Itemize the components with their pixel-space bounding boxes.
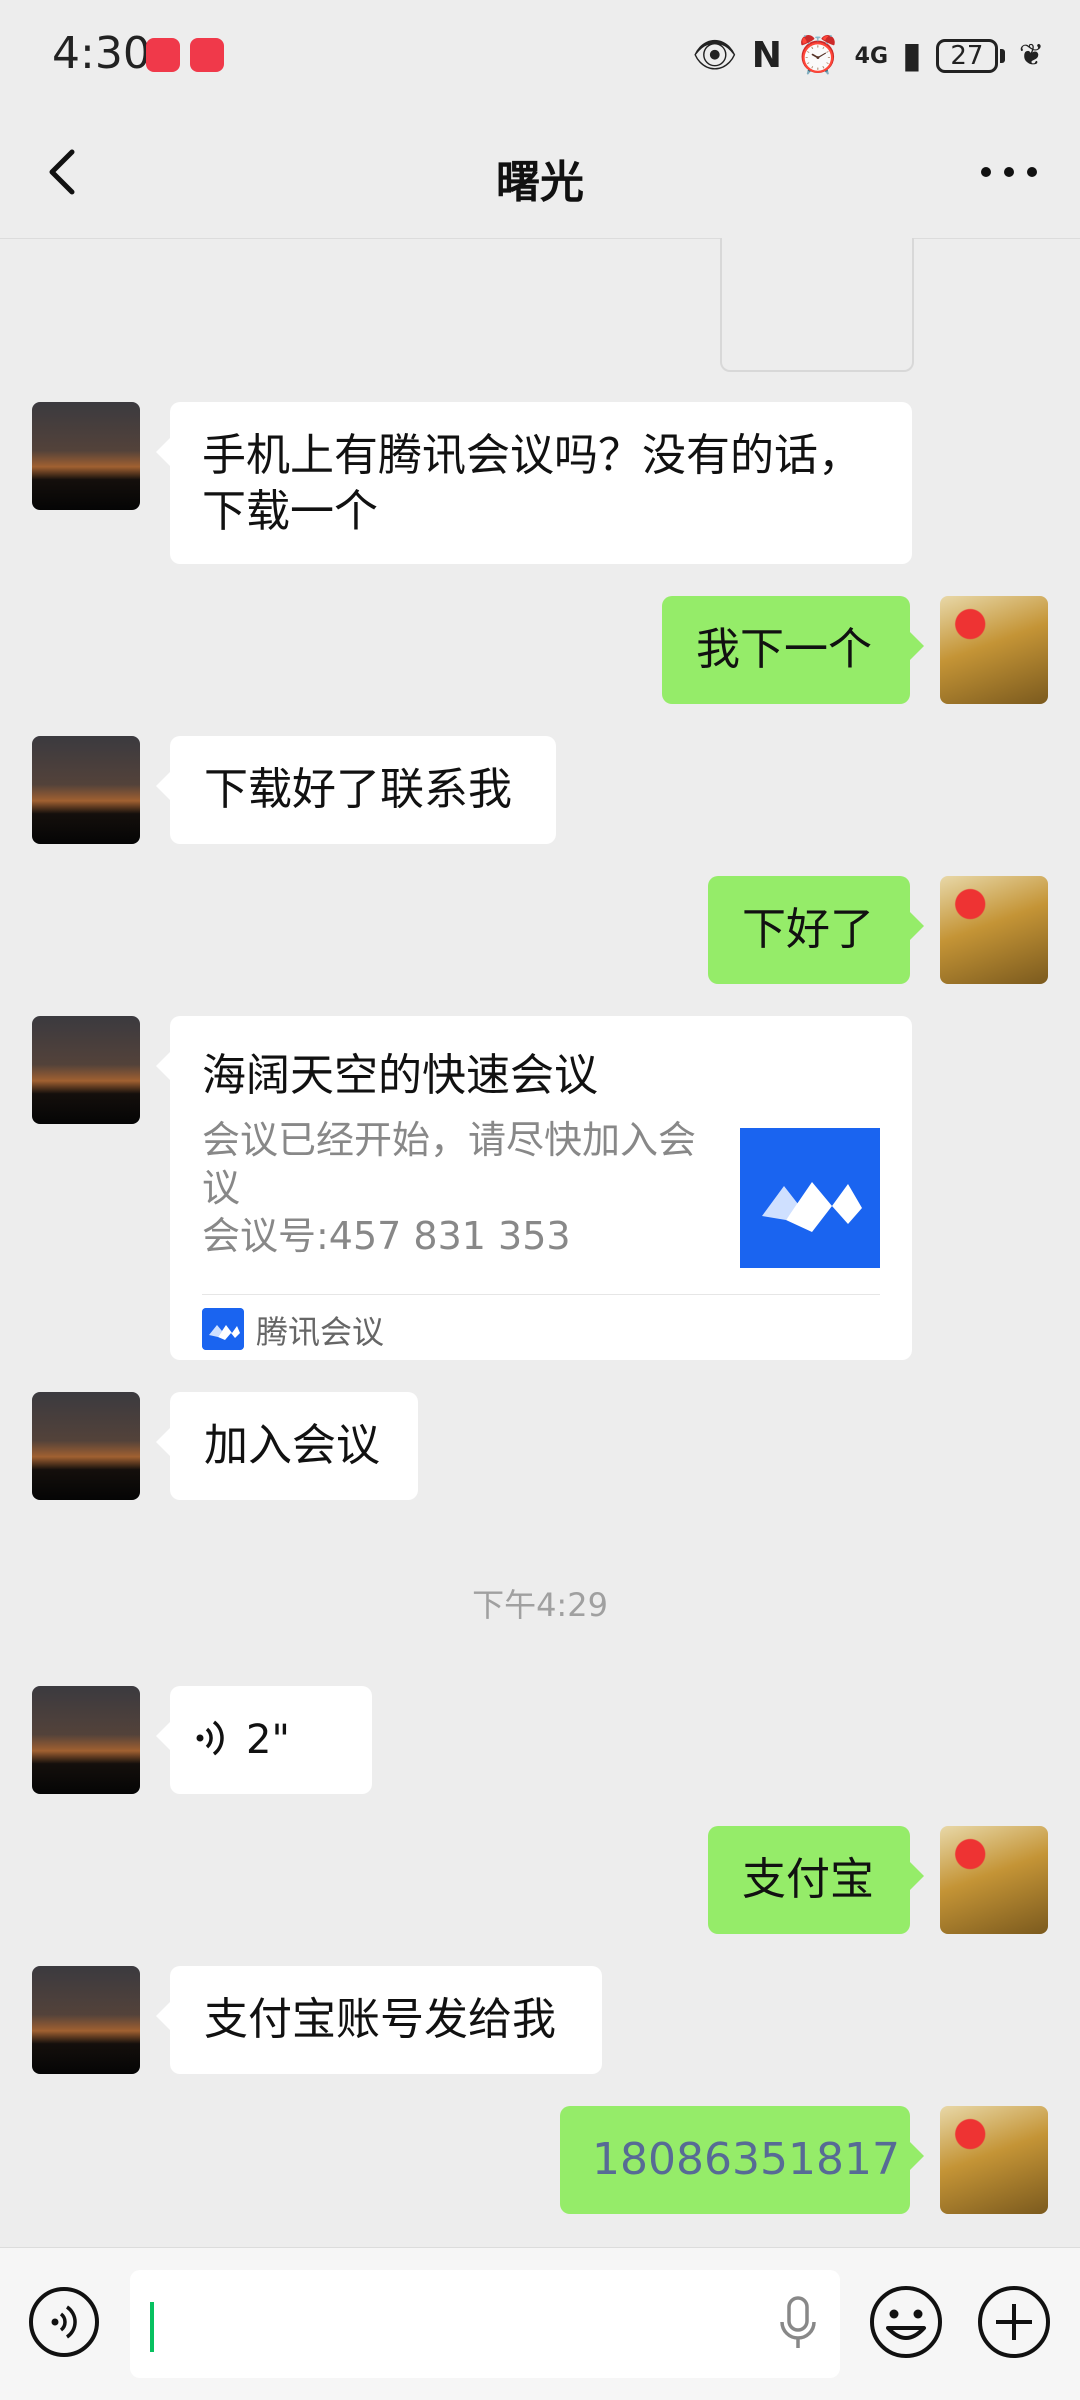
card-divider <box>202 1294 880 1295</box>
microphone-icon[interactable] <box>778 2296 818 2352</box>
status-icons: 👁 N ⏰ 4G ▮ 27 ❦ <box>692 30 1044 82</box>
text-cursor <box>150 2302 154 2352</box>
book-app-icon <box>190 38 224 72</box>
previous-message-fragment <box>720 238 914 372</box>
signal-icon: ▮ <box>902 35 922 76</box>
voice-wave-icon <box>196 1720 224 1756</box>
leaf-icon: ❦ <box>1018 38 1044 73</box>
battery-icon: 27 <box>935 39 998 73</box>
contact-avatar[interactable] <box>32 402 140 510</box>
voice-duration: 2" <box>246 1717 290 1763</box>
battery-level: 27 <box>950 41 984 71</box>
card-description: 会议已经开始，请尽快加入会议 会议号:457 831 353 <box>202 1116 722 1260</box>
battery-cap <box>999 49 1005 63</box>
my-avatar[interactable] <box>940 2106 1048 2214</box>
message-bubble-received[interactable]: 支付宝账号发给我 <box>156 1966 602 2074</box>
meeting-invite-card[interactable]: 海阔天空的快速会议 会议已经开始，请尽快加入会议 会议号:457 831 353… <box>156 1016 912 1360</box>
card-title: 海阔天空的快速会议 <box>202 1050 598 1101</box>
message-bubble-sent-phone-link[interactable]: 18086351817 <box>560 2106 924 2214</box>
tencent-meeting-small-icon <box>202 1308 244 1350</box>
alarm-icon: ⏰ <box>795 35 841 76</box>
status-bar: 4:30 👁 N ⏰ 4G ▮ 27 ❦ <box>0 0 1080 112</box>
voice-input-toggle-icon[interactable] <box>28 2286 100 2358</box>
chat-title: 曙光 <box>496 157 584 208</box>
contact-avatar[interactable] <box>32 1016 140 1124</box>
eye-icon: 👁 <box>692 35 738 76</box>
contact-avatar[interactable] <box>32 736 140 844</box>
tencent-meeting-logo-icon <box>740 1128 880 1268</box>
message-bubble-received[interactable]: 加入会议 <box>156 1392 418 1500</box>
message-bubble-sent[interactable]: 我下一个 <box>662 596 924 704</box>
message-input[interactable] <box>130 2270 840 2378</box>
network-type: 4G <box>854 43 889 69</box>
voice-message-bubble[interactable]: 2" <box>156 1686 372 1794</box>
contact-avatar[interactable] <box>32 1392 140 1500</box>
message-bubble-received[interactable]: 下载好了联系我 <box>156 736 556 844</box>
message-bubble-received[interactable]: 手机上有腾讯会议吗？没有的话，下载一个 <box>156 402 912 564</box>
more-functions-plus-icon[interactable] <box>976 2284 1052 2360</box>
message-timestamp: 下午4:29 <box>472 1586 608 1624</box>
contact-avatar[interactable] <box>32 1686 140 1794</box>
emoji-icon[interactable] <box>868 2284 944 2360</box>
my-avatar[interactable] <box>940 876 1048 984</box>
status-time: 4:30 <box>52 28 151 79</box>
message-bubble-sent[interactable]: 支付宝 <box>708 1826 924 1934</box>
more-options-icon[interactable] <box>974 142 1044 202</box>
chat-header: 曙光 <box>0 112 1080 239</box>
my-avatar[interactable] <box>940 596 1048 704</box>
my-avatar[interactable] <box>940 1826 1048 1934</box>
nfc-icon: N <box>751 35 782 76</box>
huawei-app-icon <box>146 38 180 72</box>
card-meeting-id: 会议号:457 831 353 <box>202 1214 571 1258</box>
card-source-label: 腾讯会议 <box>256 1313 385 1351</box>
chat-input-bar <box>0 2247 1080 2400</box>
contact-avatar[interactable] <box>32 1966 140 2074</box>
message-bubble-sent[interactable]: 下好了 <box>708 876 924 984</box>
card-desc-line1: 会议已经开始，请尽快加入会议 <box>202 1118 697 1210</box>
